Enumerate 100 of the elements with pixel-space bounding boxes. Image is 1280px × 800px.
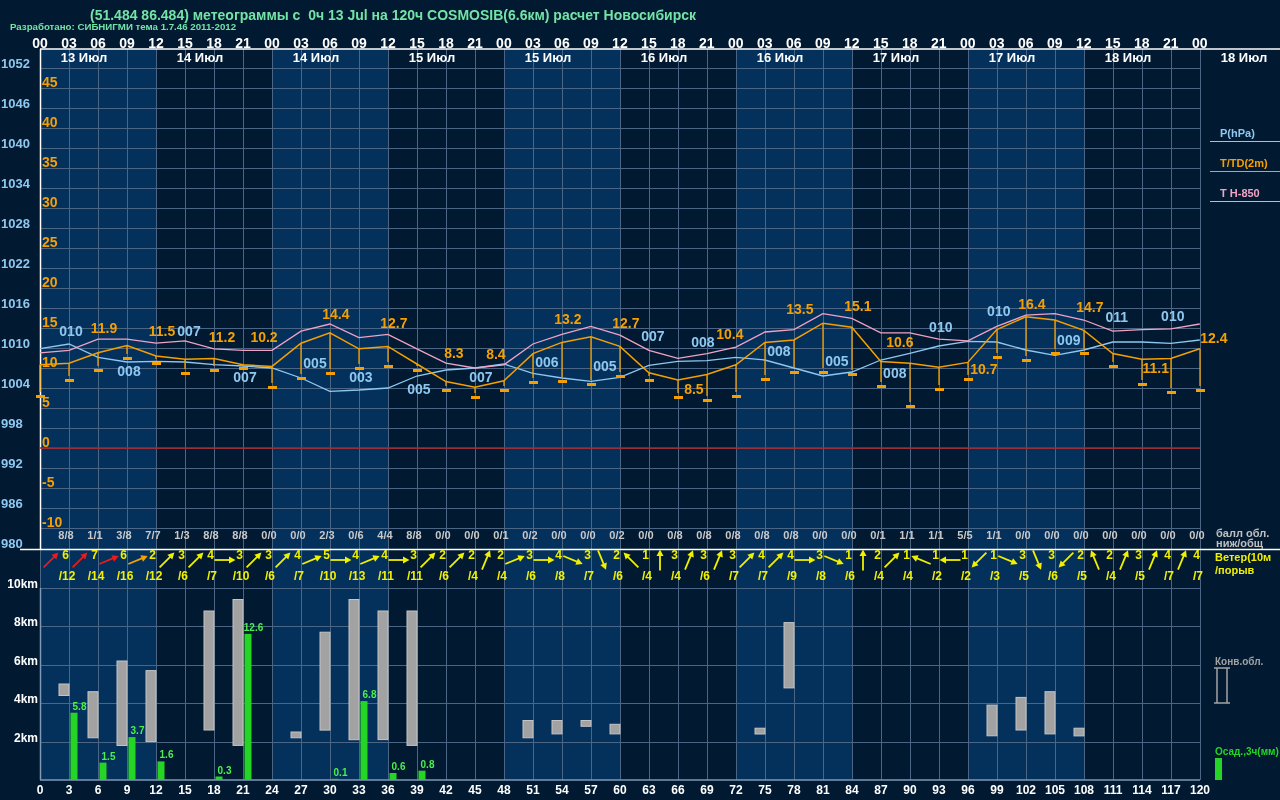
wind-speed-label: 4 [381,548,388,562]
temperature-value-label: 11.1 [1142,360,1170,377]
cloud-cover-label: 0/8 [725,529,741,541]
wind-gust-label: /4 [497,569,507,583]
temperature-value-label: 11.5 [148,323,176,339]
wind-speed-label: 3 [1135,548,1142,562]
pressure-tick-label: 1004 [1,376,30,391]
cloud-cover-label: 0/0 [1189,529,1205,541]
cloud-cover-legend: балл обл. [1216,527,1270,539]
hour-tick-label: 21 [236,783,250,797]
temperature-value-label: 11.9 [90,319,118,336]
temperature-tick-label: 15 [42,314,58,330]
cloud-cover-label: 5/5 [957,529,973,541]
pressure-value-label: 003 [349,369,373,385]
temperature-tick-label: 25 [42,234,58,250]
wind-speed-label: 3 [671,548,678,562]
pressure-value-label: 008 [117,363,141,379]
wind-speed-label: 5 [323,548,330,562]
cloud-cover-label: 0/0 [812,529,828,541]
wind-speed-label: 3 [410,548,417,562]
pressure-value-label: 008 [883,365,907,381]
cloud-cover-label: 0/0 [1073,529,1089,541]
hour-label: 15 [177,35,193,51]
wind-gust-label: /12 [58,569,76,583]
hour-label: 03 [61,35,77,51]
cloud-cover-label: 1/3 [174,529,190,541]
wind-speed-label: 3 [584,548,591,562]
date-label: 18 Июл [1104,50,1152,65]
pressure-value-label: 010 [59,323,83,339]
pressure-value-label: 007 [177,323,201,339]
hour-tick-label: 45 [468,783,482,797]
hour-tick-label: 33 [352,783,366,797]
wind-speed-label: 4 [1193,548,1200,562]
cloud-cover-label: 0/2 [522,529,538,541]
cloud-cover-label: 0/0 [290,529,306,541]
legend-label: T/TD(2m) [1220,157,1268,169]
date-label: 16 Июл [640,50,688,65]
pressure-value-label: 007 [469,369,493,385]
hour-tick-label: 63 [642,783,656,797]
hour-tick-label: 54 [555,783,569,797]
cloud-cover-label: 0/0 [551,529,567,541]
pressure-tick-label: 1040 [1,136,30,151]
temperature-tick-label: -5 [42,474,55,490]
hour-label: 18 [902,35,918,51]
pressure-value-label: 009 [1057,332,1081,349]
wind-speed-label: 1 [961,548,968,562]
temperature-value-label: 12.7 [380,315,408,332]
cloud-cover-label: 0/0 [464,529,480,541]
hour-label: 09 [351,35,367,51]
hour-label: 00 [32,35,48,51]
wind-gust-label: /5 [1135,569,1145,583]
wind-speed-label: 3 [700,548,707,562]
pressure-value-label: 007 [233,369,257,385]
wind-legend: Ветер(10м [1215,551,1272,563]
wind-gust-label: /5 [1077,569,1087,583]
date-label: 16 Июл [756,50,804,65]
hour-tick-label: 60 [613,783,627,797]
hour-tick-label: 27 [294,783,308,797]
wind-speed-label: 3 [265,548,272,562]
temperature-tick-label: -10 [42,514,63,530]
hour-label: 18 [670,35,686,51]
wind-gust-label: /5 [1019,569,1029,583]
hour-label: 06 [90,35,106,51]
wind-speed-label: 4 [207,548,214,562]
wind-speed-label: 3 [178,548,185,562]
cloud-cover-legend: ниж/общ [1216,537,1264,549]
hour-tick-label: 117 [1161,783,1181,797]
temperature-value-label: 10.4 [716,325,744,342]
temperature-tick-label: 30 [42,194,58,210]
altitude-tick-label: 6km [13,653,38,668]
pressure-value-label: 008 [691,333,715,350]
wind-speed-label: 4 [294,548,301,562]
date-label: 15 Июл [408,50,456,65]
temperature-value-label: 14.4 [322,305,350,322]
hour-tick-label: 12 [149,783,163,797]
hour-tick-label: 96 [961,783,975,797]
cloud-cover-label: 0/8 [783,529,799,541]
wind-speed-label: 3 [1048,548,1055,562]
date-label: 18 Июл [1220,50,1268,65]
hour-tick-label: 9 [123,783,131,797]
wind-speed-label: 1 [903,548,910,562]
wind-gust-label: /7 [758,569,768,583]
wind-speed-label: 4 [758,548,765,562]
cloud-cover-label: 8/8 [406,529,422,541]
hour-label: 00 [264,35,280,51]
wind-speed-label: 4 [787,548,794,562]
cloud-cover-label: 0/0 [841,529,857,541]
temperature-value-label: 14.7 [1076,299,1104,316]
cloud-cover-label: 0/8 [696,529,712,541]
precipitation-value-label: 1.5 [101,750,116,762]
wind-speed-label: 2 [497,548,504,562]
pressure-value-label: 005 [825,353,849,369]
hour-label: 21 [235,35,251,51]
hour-label: 15 [409,35,425,51]
altitude-tick-label: 2km [13,730,38,745]
hour-label: 18 [206,35,222,51]
cloud-cover-label: 3/8 [116,529,132,541]
hour-tick-label: 57 [584,783,598,797]
hour-tick-label: 69 [700,783,714,797]
hour-label: 09 [583,35,599,51]
